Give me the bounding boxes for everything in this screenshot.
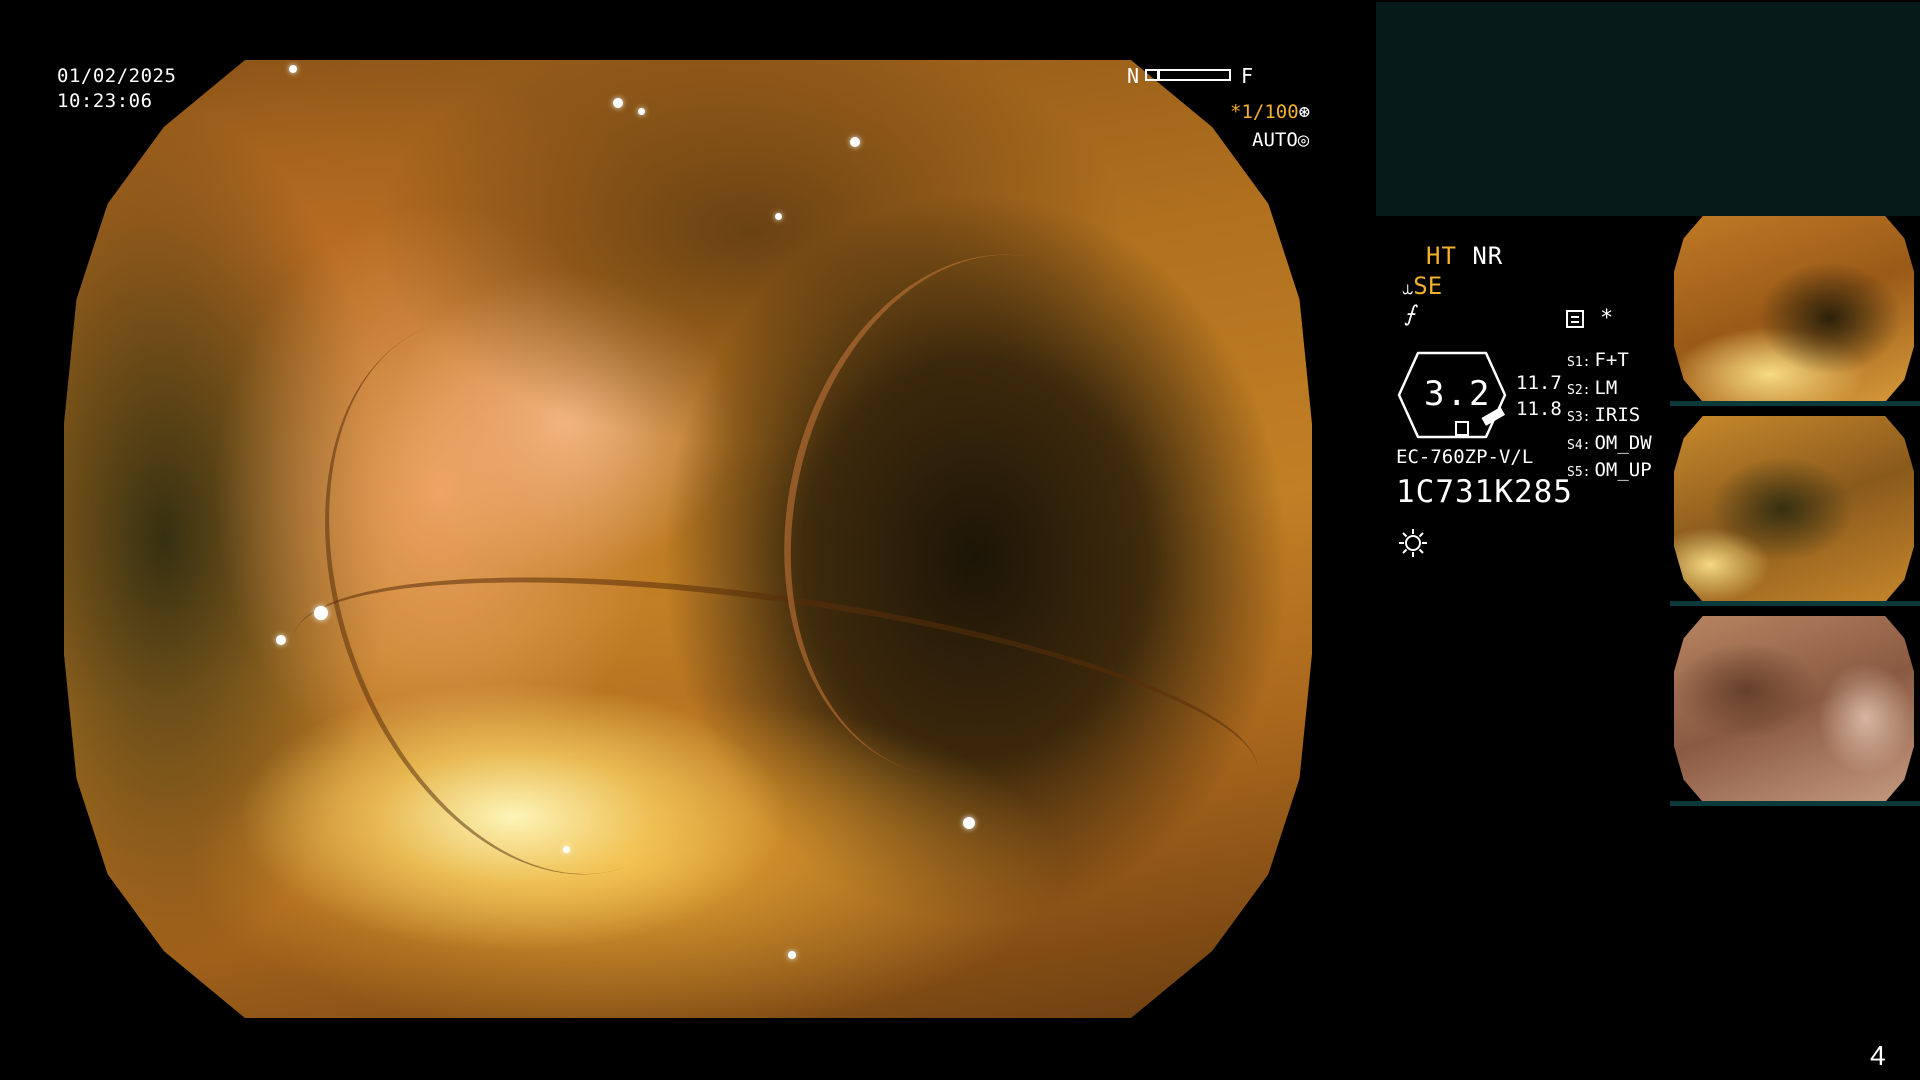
far-label: F [1240, 64, 1253, 88]
light-reflection [850, 136, 861, 147]
light-reflection [276, 634, 287, 645]
captured-thumbnail[interactable] [1670, 616, 1920, 806]
thumbnail-bar [1670, 801, 1920, 806]
enhancement-status: HT NR [1426, 242, 1503, 270]
setting-row: S2: LM [1567, 376, 1618, 399]
setting-row: S3: IRIS [1567, 404, 1641, 426]
datetime-overlay: 01/02/2025 10:23:06 [57, 64, 176, 114]
scope-icon: ⥿ [1402, 275, 1414, 299]
zoom-readout-top: 11.7 [1516, 372, 1562, 394]
ht-label: HT [1426, 242, 1457, 270]
aperture-icon: ⊛ [1298, 101, 1311, 123]
iris-icon: ◎ [1297, 129, 1310, 151]
light-reflection [613, 98, 624, 109]
mucosal-fold [737, 217, 1220, 813]
iris-value: AUTO [1252, 129, 1298, 151]
light-reflection [288, 64, 297, 73]
setting-row: S5: OM_UP [1567, 459, 1652, 481]
focus-bar [1145, 69, 1231, 81]
mode-icons: * [1566, 306, 1613, 331]
endoscope-main-view [64, 60, 1312, 1018]
thumbnail-image [1674, 216, 1914, 402]
light-reflection [962, 816, 975, 829]
thumbnail-bar [1670, 401, 1920, 406]
function-icon: ⨍ [1404, 302, 1416, 327]
light-source-icon [1399, 529, 1427, 557]
captured-thumbnail[interactable] [1670, 216, 1920, 406]
shutter-speed: *1/100⊛ [1230, 100, 1310, 124]
light-reflection [563, 845, 571, 853]
focus-marker [1156, 71, 1160, 79]
thumbnail-image [1674, 416, 1914, 602]
light-reflection [638, 107, 646, 115]
zoom-readout-bottom: 11.8 [1516, 398, 1562, 420]
mucosal-fold [278, 529, 1273, 880]
shutter-value: *1/100 [1230, 101, 1299, 123]
asterisk-text: * [1600, 306, 1614, 331]
focus-scale: N F [1127, 64, 1253, 88]
light-reflection [787, 950, 796, 959]
nr-label: NR [1472, 242, 1504, 270]
date-text: 01/02/2025 [57, 65, 177, 87]
time-text: 10:23:06 [57, 90, 153, 112]
near-label: N [1127, 64, 1140, 88]
light-reflection [313, 606, 328, 621]
list-icon [1566, 310, 1584, 328]
zoom-value: 3.2 [1424, 374, 1492, 414]
zoom-readout: 11.7 11.8 [1516, 370, 1562, 422]
switch-settings: S1: F+T S2: LM S3: IRIS S4: OM_DW S5: OM_UP [1567, 348, 1652, 486]
endoscopy-screen: 01/02/2025 10:23:06 N F *1/100⊛ AUTO◎ HT… [0, 0, 1920, 1080]
iris-mode: AUTO◎ [1252, 128, 1309, 152]
thumbnail-bar [1670, 601, 1920, 606]
preview-panel [1376, 2, 1920, 216]
mucosal-fold [251, 261, 805, 932]
light-reflection [775, 213, 783, 221]
setting-row: S1: F+T [1567, 349, 1629, 371]
se-label: SE [1413, 272, 1443, 300]
structure-enhancement: ⥿SE [1402, 272, 1442, 300]
thumbnail-image [1674, 616, 1914, 802]
zoom-indicator: 3.2 [1396, 350, 1508, 440]
page-number: 4 [1870, 1040, 1886, 1071]
setting-row: S4: OM_DW [1567, 431, 1652, 454]
scope-model: EC-760ZP-V/L [1396, 446, 1534, 468]
captured-thumbnail[interactable] [1670, 416, 1920, 606]
scope-serial: 1C731K285 [1396, 474, 1573, 510]
